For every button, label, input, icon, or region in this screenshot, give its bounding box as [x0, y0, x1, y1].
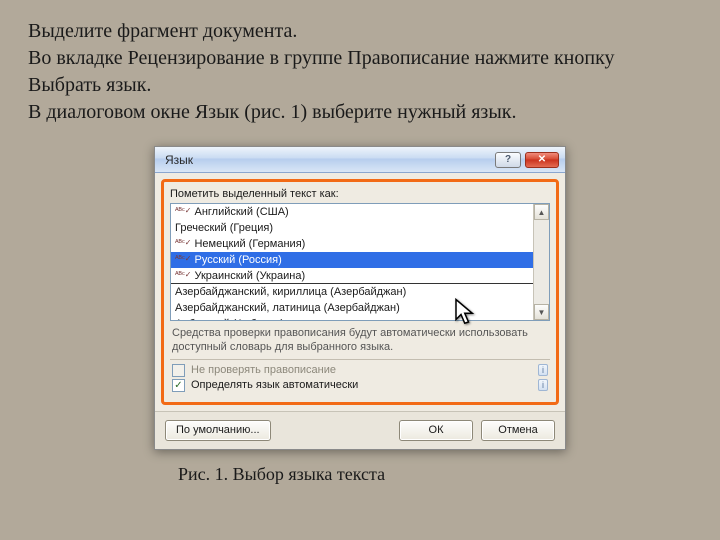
language-dialog: Язык ? ✕ Пометить выделенный текст как: … — [154, 146, 566, 450]
listbox-scrollbar[interactable]: ▲ ▼ — [533, 204, 549, 320]
language-option[interactable]: ᴬᴮᶜ✓Русский (Россия) — [171, 252, 533, 268]
spellcheck-icon: ᴬᴮᶜ✓ — [175, 235, 191, 251]
language-list-items[interactable]: ᴬᴮᶜ✓Английский (США)Греческий (Греция)ᴬᴮ… — [171, 204, 533, 320]
dialog-title: Язык — [165, 153, 491, 167]
language-option[interactable]: ᴬᴮᶜ✓Английский (США) — [171, 204, 533, 220]
checkbox-detect-language[interactable]: ✓ Определять язык автоматически i — [172, 379, 548, 392]
close-button[interactable]: ✕ — [525, 152, 559, 168]
mark-as-label: Пометить выделенный текст как: — [170, 188, 550, 200]
highlight-frame: Пометить выделенный текст как: ᴬᴮᶜ✓Англи… — [161, 179, 559, 405]
dialog-titlebar[interactable]: Язык ? ✕ — [155, 147, 565, 173]
language-option[interactable]: Азербайджанский, латиница (Азербайджан) — [171, 300, 533, 316]
help-button[interactable]: ? — [495, 152, 521, 168]
spellcheck-icon: ᴬᴮᶜ✓ — [175, 251, 191, 267]
figure-container: Язык ? ✕ Пометить выделенный текст как: … — [28, 146, 692, 450]
language-name: Немецкий (Германия) — [194, 236, 305, 252]
spellcheck-icon: ᴬᴮᶜ✓ — [175, 267, 191, 283]
figure-caption: Рис. 1. Выбор языка текста — [28, 464, 692, 485]
checkbox-icon: ✓ — [172, 379, 185, 392]
scroll-down-button[interactable]: ▼ — [534, 304, 549, 320]
instruction-line-1: Выделите фрагмент документа. — [28, 18, 692, 45]
separator — [170, 359, 550, 360]
close-icon: ✕ — [538, 154, 546, 165]
instruction-text: Выделите фрагмент документа. Во вкладке … — [28, 18, 692, 126]
language-name: Греческий (Греция) — [175, 220, 273, 236]
language-option[interactable]: Албанский (Албания) — [171, 316, 533, 320]
checkbox-no-spellcheck[interactable]: Не проверять правописание i — [172, 364, 548, 377]
default-button[interactable]: По умолчанию... — [165, 420, 271, 441]
scroll-track[interactable] — [534, 220, 549, 304]
dialog-button-bar: По умолчанию... ОК Отмена — [155, 411, 565, 449]
language-listbox[interactable]: ᴬᴮᶜ✓Английский (США)Греческий (Греция)ᴬᴮ… — [170, 203, 550, 321]
spellcheck-icon: ᴬᴮᶜ✓ — [175, 204, 191, 219]
language-name: Английский (США) — [194, 204, 288, 220]
language-name: Азербайджанский, латиница (Азербайджан) — [175, 300, 400, 316]
checkbox-detect-label: Определять язык автоматически — [191, 379, 358, 391]
language-option[interactable]: Азербайджанский, кириллица (Азербайджан) — [171, 284, 533, 300]
instruction-line-2: Во вкладке Рецензирование в группе Право… — [28, 45, 692, 99]
ok-button[interactable]: ОК — [399, 420, 473, 441]
language-option[interactable]: Греческий (Греция) — [171, 220, 533, 236]
scroll-up-button[interactable]: ▲ — [534, 204, 549, 220]
language-option[interactable]: ᴬᴮᶜ✓Украинский (Украина) — [171, 268, 533, 284]
info-badge-icon: i — [538, 364, 548, 376]
checkbox-no-spellcheck-label: Не проверять правописание — [191, 364, 336, 376]
cancel-button[interactable]: Отмена — [481, 420, 555, 441]
language-name: Азербайджанский, кириллица (Азербайджан) — [175, 284, 406, 300]
info-badge-icon: i — [538, 379, 548, 391]
language-name: Албанский (Албания) — [175, 316, 284, 320]
instruction-line-3: В диалоговом окне Язык (рис. 1) выберите… — [28, 99, 692, 126]
language-option[interactable]: ᴬᴮᶜ✓Немецкий (Германия) — [171, 236, 533, 252]
dictionary-note: Средства проверки правописания будут авт… — [172, 327, 548, 355]
checkbox-icon — [172, 364, 185, 377]
language-name: Русский (Россия) — [194, 252, 281, 268]
language-name: Украинский (Украина) — [194, 268, 305, 284]
